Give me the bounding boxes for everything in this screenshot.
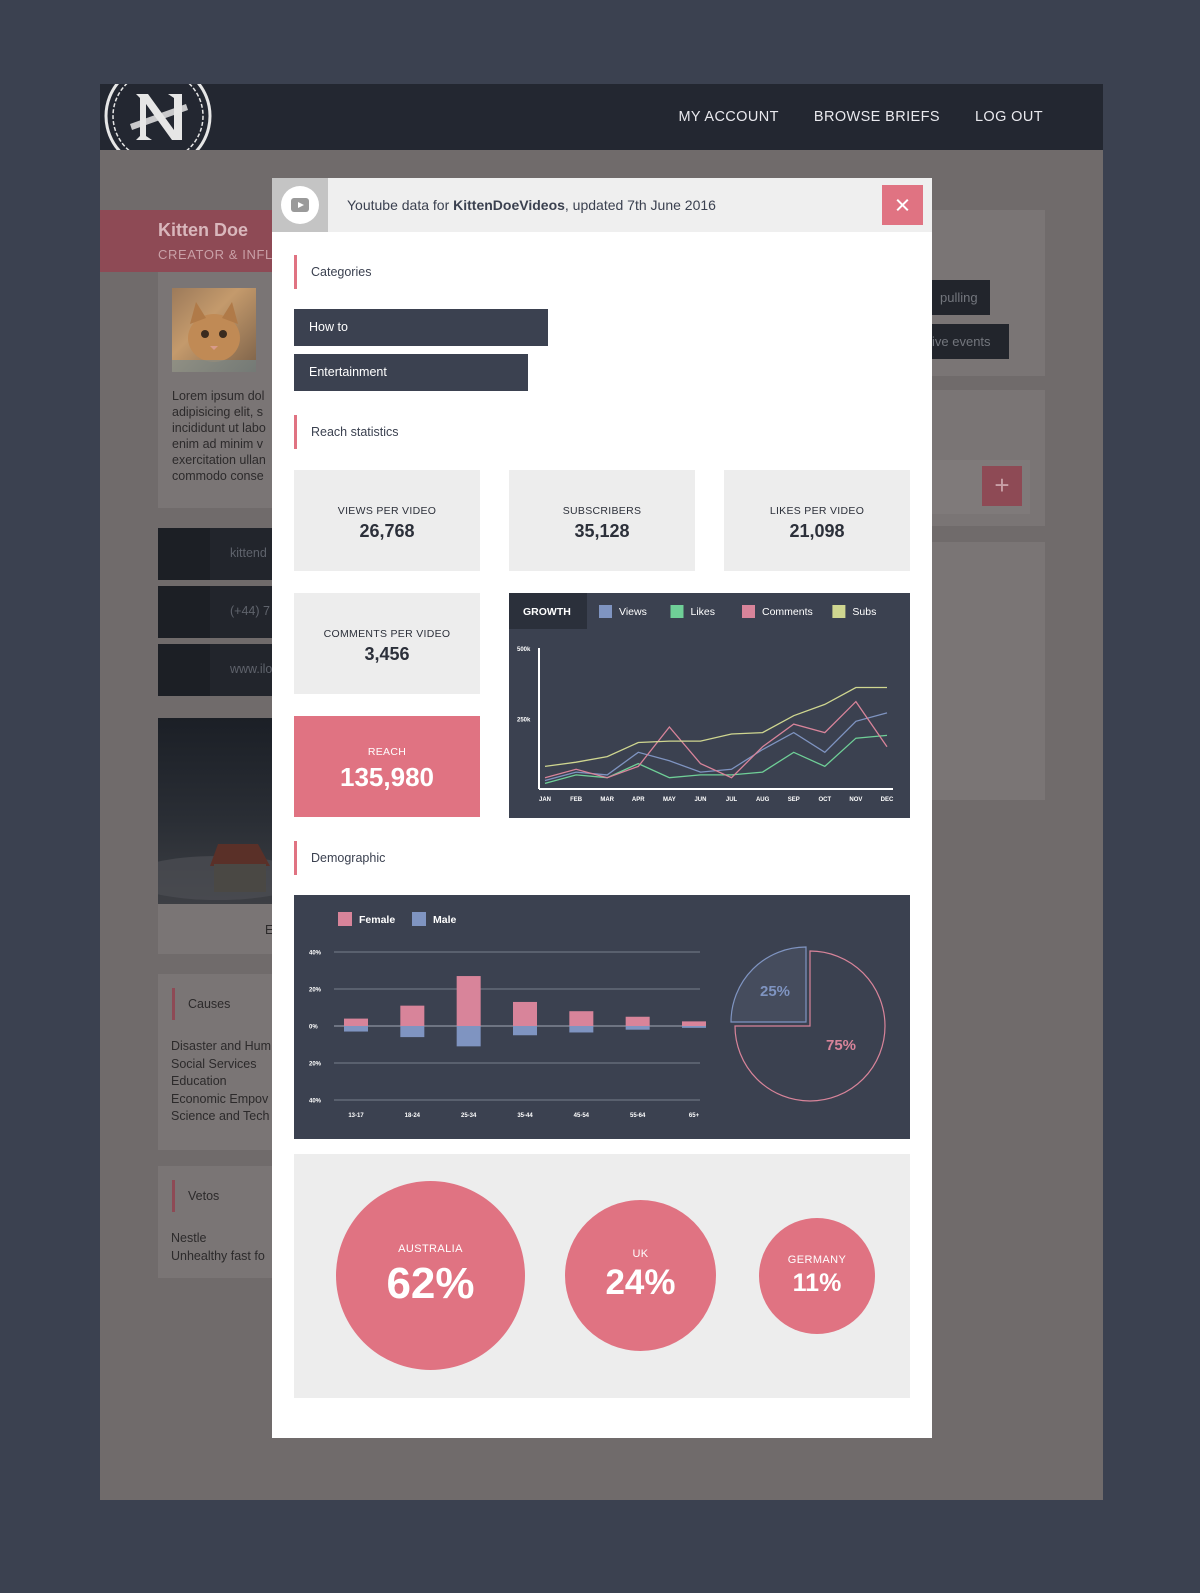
youtube-icon: [291, 198, 309, 212]
demographic-heading: Demographic: [294, 841, 385, 875]
growth-xtick: JUN: [694, 797, 706, 803]
stat-views-per-video: VIEWS PER VIDEO 26,768: [294, 470, 480, 571]
growth-xtick: JUL: [726, 797, 738, 803]
growth-xtick: OCT: [818, 797, 831, 803]
legend-swatch-male: [412, 912, 426, 926]
nav-my-account[interactable]: MY ACCOUNT: [678, 109, 778, 125]
profile-header: Kitten Doe CREATOR & INFL: [100, 210, 300, 272]
modal-header: Youtube data for KittenDoeVideos, update…: [272, 178, 932, 232]
bar-male: [625, 1026, 650, 1030]
top-bar: MY ACCOUNT BROWSE BRIEFS LOG OUT: [100, 84, 1103, 150]
geo-uk: UK 24%: [565, 1200, 716, 1351]
nav-browse-briefs[interactable]: BROWSE BRIEFS: [814, 109, 940, 125]
category-how-to: How to: [294, 309, 548, 346]
bar-male: [682, 1026, 706, 1028]
growth-xtick: DEC: [881, 797, 894, 803]
growth-xtick: AUG: [756, 797, 770, 803]
legend-label-views: Views: [619, 606, 647, 618]
close-icon[interactable]: [882, 185, 923, 225]
bar-female: [625, 1016, 650, 1026]
demo-ytick: 40%: [309, 1099, 322, 1105]
growth-xtick: SEP: [788, 797, 800, 803]
legend-swatch-comments: [742, 605, 755, 618]
legend-swatch-likes: [670, 605, 684, 618]
demo-xtick: 35-44: [517, 1113, 533, 1119]
bar-male: [456, 1026, 481, 1047]
growth-xtick: MAY: [663, 797, 676, 803]
demo-ytick: 40%: [309, 951, 322, 957]
bar-female: [569, 1011, 594, 1026]
bar-male: [400, 1026, 425, 1038]
demo-xtick: 25-34: [461, 1113, 477, 1119]
bar-male: [513, 1026, 537, 1036]
category-entertainment: Entertainment: [294, 354, 528, 391]
vetos-list: Nestle Unhealthy fast fo: [171, 1231, 265, 1263]
legend-label-subs: Subs: [852, 606, 876, 618]
legend-label-female: Female: [359, 914, 395, 926]
avatar: [172, 288, 256, 372]
bar-female: [456, 976, 481, 1026]
growth-ytick: 250k: [517, 718, 531, 724]
demo-xtick: 18-24: [405, 1113, 421, 1119]
bar-female: [344, 1018, 368, 1026]
geography-panel: AUSTRALIA 62% UK 24% GERMANY 11%: [294, 1154, 910, 1398]
growth-chart: GROWTH Views Likes Comments Subs 500k 250k JAN F…: [509, 593, 910, 818]
series-line-subs: [544, 686, 887, 768]
causes-list: Disaster and Hum Social Services Educati…: [171, 1039, 272, 1123]
growth-xtick: JAN: [539, 797, 551, 803]
legend-swatch-subs: [832, 605, 846, 618]
main-nav: MY ACCOUNT BROWSE BRIEFS LOG OUT: [678, 84, 1043, 150]
logo-icon[interactable]: [102, 84, 214, 150]
demo-xtick: 65+: [689, 1113, 700, 1119]
legend-swatch-female: [338, 912, 352, 926]
pie-label-male: 25%: [760, 983, 790, 1000]
bar-female: [513, 1001, 537, 1026]
pie-label-female: 75%: [826, 1037, 856, 1054]
stat-reach: REACH 135,980: [294, 716, 480, 817]
demo-xtick: 55-64: [630, 1113, 646, 1119]
channel-name: KittenDoeVideos: [453, 197, 565, 213]
demo-ytick: 0%: [309, 1025, 318, 1031]
bar-female: [682, 1021, 706, 1026]
growth-xtick: FEB: [570, 797, 583, 803]
reach-heading: Reach statistics: [294, 415, 399, 449]
youtube-badge: [272, 178, 328, 232]
stat-comments-per-video: COMMENTS PER VIDEO 3,456: [294, 593, 480, 694]
bar-male: [344, 1026, 368, 1032]
right-card-3: [920, 542, 1045, 800]
legend-swatch-views: [599, 605, 612, 618]
tag-live-events[interactable]: ive events: [920, 324, 1009, 359]
series-line-comments: [544, 700, 888, 779]
demo-ytick: 20%: [309, 1062, 322, 1068]
demo-ytick: 20%: [309, 988, 322, 994]
demographic-chart: Female Male 40% 20% 0% 20% 40% 13-17 18-24 25-34 3…: [294, 895, 910, 1139]
profile-bio: Lorem ipsum dol adipisicing elit, s inci…: [172, 389, 266, 483]
youtube-data-modal: Youtube data for KittenDoeVideos, update…: [272, 178, 932, 1438]
demo-xtick: 45-54: [574, 1113, 590, 1119]
vetos-title: Vetos: [188, 1189, 220, 1203]
series-line-likes: [544, 734, 888, 785]
geo-australia: AUSTRALIA 62%: [336, 1181, 525, 1370]
demo-xtick: 13-17: [348, 1113, 364, 1119]
stat-likes-per-video: LIKES PER VIDEO 21,098: [724, 470, 910, 571]
stat-subscribers: SUBSCRIBERS 35,128: [509, 470, 695, 571]
demographic-chart-svg: Female Male 40% 20% 0% 20% 40% 13-17 18-24 25-34 3…: [309, 912, 886, 1119]
bar-female: [400, 1005, 425, 1026]
growth-xtick: MAR: [600, 797, 614, 803]
add-button[interactable]: +: [982, 466, 1022, 506]
growth-chart-svg: GROWTH Views Likes Comments Subs 500k 250k JAN F…: [509, 593, 894, 803]
legend-label-likes: Likes: [691, 606, 716, 618]
growth-ytick: 500k: [517, 647, 531, 653]
growth-title: GROWTH: [523, 606, 571, 618]
causes-title: Causes: [188, 997, 231, 1011]
geo-germany: GERMANY 11%: [759, 1218, 875, 1334]
legend-label-male: Male: [433, 914, 457, 926]
growth-xtick: NOV: [849, 797, 862, 803]
bar-male: [569, 1026, 594, 1033]
modal-title: Youtube data for KittenDoeVideos, update…: [347, 197, 716, 213]
legend-label-comments: Comments: [762, 606, 813, 618]
categories-heading: Categories: [294, 255, 371, 289]
nav-log-out[interactable]: LOG OUT: [975, 109, 1043, 125]
growth-xtick: APR: [632, 797, 645, 803]
